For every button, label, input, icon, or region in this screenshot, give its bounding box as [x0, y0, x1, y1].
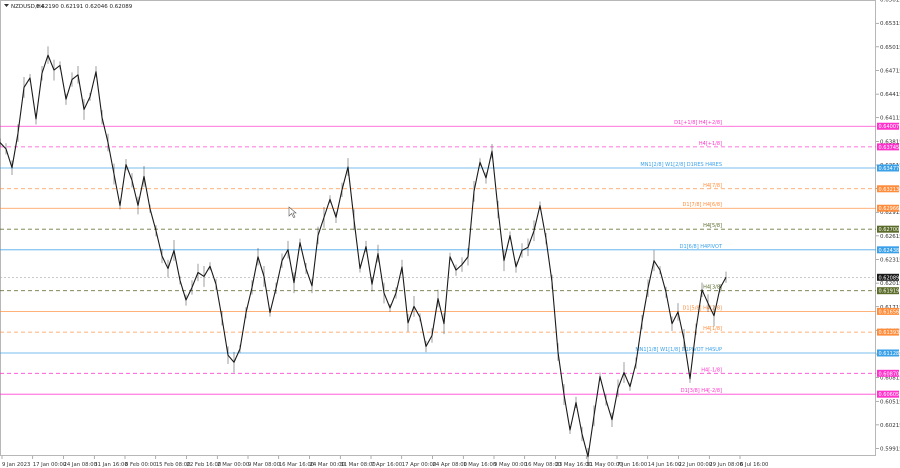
price-series-line [0, 54, 727, 458]
level-price-tag-text: 0.62700 [879, 227, 900, 233]
level-label: MN1[1/8] W1[1/8] D1PIVOT H4SUP [635, 347, 722, 353]
level-price-tag-text: 0.60870 [879, 371, 900, 377]
level-label: D1[7/8] H4[6/8] [683, 202, 723, 208]
x-tick-label: 17 Jan 00:00 [33, 462, 67, 468]
y-tick-label: 0.64115 [880, 116, 900, 122]
ohlc-readout: 0.62190 0.62191 0.62046 0.62089 [36, 4, 133, 10]
level-label: H4[+1/8] [699, 141, 722, 147]
price-chart[interactable]: D1[+1/8] H4[+2/8] H4[+1/8] MN1[2/8] W1[2/8… [0, 0, 900, 468]
level-price-tag-text: 0.61393 [879, 330, 900, 336]
x-tick-label: 24 Jan 08:00 [64, 462, 98, 468]
level-price-tag-text: 0.61919 [879, 289, 900, 295]
x-tick-label: 9 May 00:00 [494, 462, 528, 468]
level-price-tag-text: 0.64007 [879, 124, 900, 130]
level-label: MN1[2/8] W1[2/8] D1RES H4RES [640, 162, 722, 168]
level-price-tag-text: 0.62438 [879, 248, 900, 254]
y-tick-label: 0.62615 [880, 234, 900, 240]
chart-window: D1[+1/8] H4[+2/8] H4[+1/8] MN1[2/8] W1[2/8… [0, 0, 900, 468]
x-tick-label: 9 Mar 08:00 [248, 462, 281, 468]
y-tick-label: 0.64415 [880, 92, 900, 98]
y-tick-label: 0.62315 [880, 258, 900, 264]
y-tick-label: 0.60215 [880, 423, 900, 429]
y-tick-label: 0.60515 [880, 399, 900, 405]
level-label: D1[3/8] H4[-2/8] [681, 388, 722, 394]
level-label: H4[1/8] [703, 326, 722, 332]
symbol-dropdown-icon[interactable] [4, 4, 9, 7]
x-tick-label: 8 Feb 00:00 [125, 462, 157, 468]
level-price-tag-text: 0.60605 [879, 392, 900, 398]
level-price-tag-text: 0.63477 [879, 166, 900, 172]
x-tick-label: 7 Apr 16:00 [371, 462, 403, 468]
level-label: H4[5/8] [703, 223, 722, 229]
level-label: H4[7/8] [703, 183, 722, 189]
x-tick-label: 14 Jun 16:00 [648, 462, 682, 468]
x-tick-label: 9 Jan 2023 [2, 462, 30, 468]
y-tick-label: 0.65315 [880, 21, 900, 27]
current-price-tag-text: 0.62089 [879, 275, 900, 281]
level-price-tag-text: 0.63213 [879, 187, 900, 193]
level-label: D1[+1/8] H4[+2/8] [674, 120, 722, 126]
x-tick-label: 31 Jan 16:00 [94, 462, 128, 468]
x-tick-label: 1 May 16:00 [463, 462, 497, 468]
x-tick-label: 2 Mar 00:00 [217, 462, 250, 468]
x-tick-label: 29 Jun 08:00 [709, 462, 743, 468]
x-tick-label: 22 Jun 00:00 [679, 462, 713, 468]
level-label: D1[6/8] H4PIVOT [680, 244, 723, 250]
y-tick-label: 0.64715 [880, 68, 900, 74]
level-label: H4[-1/8] [701, 367, 722, 373]
y-tick-label: 0.65015 [880, 45, 900, 51]
level-price-tag-text: 0.62966 [879, 206, 900, 212]
level-price-tag-text: 0.61656 [879, 309, 900, 315]
plot-border [0, 0, 876, 456]
y-tick-label: 0.65615 [880, 0, 900, 4]
x-tick-label: 6 Jul 16:00 [740, 462, 769, 468]
y-tick-label: 0.59915 [880, 447, 900, 453]
level-price-tag-text: 0.61128 [879, 351, 900, 357]
y-tick-label: 0.62015 [880, 281, 900, 287]
level-price-tag-text: 0.63745 [879, 145, 900, 151]
x-tick-label: 7 Jun 16:00 [617, 462, 648, 468]
